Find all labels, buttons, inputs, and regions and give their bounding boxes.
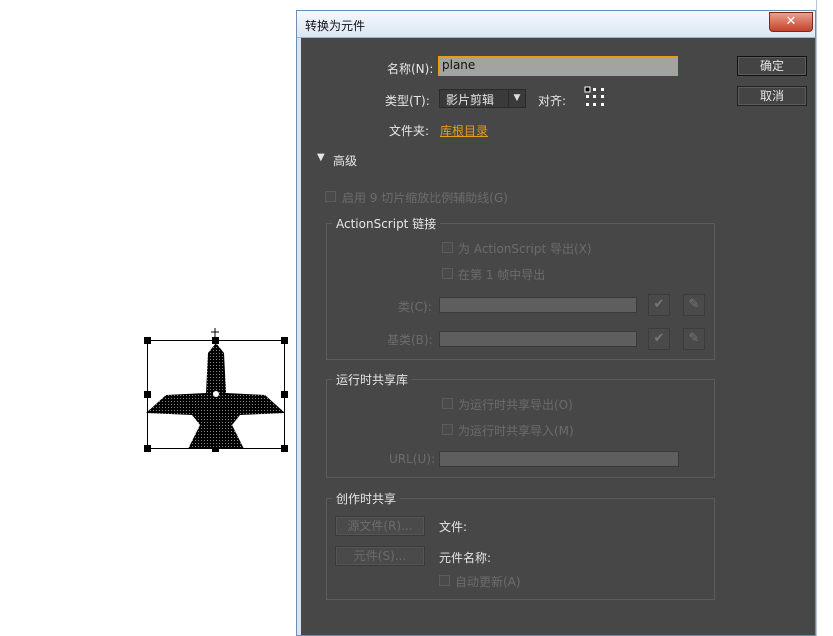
plane-symbol[interactable] — [140, 325, 295, 455]
chevron-down-icon: ▼ — [508, 90, 525, 107]
close-button[interactable]: ✕ — [769, 12, 813, 32]
export-first-frame-checkbox[interactable] — [442, 268, 453, 279]
window-edge — [816, 0, 833, 636]
check-icon[interactable]: ✔ — [648, 328, 670, 350]
source-file-button[interactable]: 源文件(R)... — [335, 516, 425, 536]
export-as-label: 为 ActionScript 导出(X) — [458, 242, 592, 256]
authoring-shared-group-title: 创作时共享 — [332, 490, 401, 507]
type-label: 类型(T): — [385, 94, 430, 108]
import-runtime-checkbox[interactable] — [442, 424, 453, 435]
advanced-toggle[interactable]: 高级 — [333, 152, 357, 169]
auto-update-label: 自动更新(A) — [455, 575, 521, 589]
type-select[interactable]: 影片剪辑 ▼ — [439, 89, 526, 108]
auto-update-checkbox[interactable] — [439, 575, 450, 586]
symbol-name-label: 元件名称: — [439, 551, 492, 565]
registration-grid-icon[interactable] — [584, 86, 606, 108]
nine-slice-checkbox[interactable] — [325, 191, 336, 202]
align-label: 对齐: — [538, 94, 567, 108]
pencil-icon[interactable]: ✎ — [683, 328, 705, 350]
import-runtime-label: 为运行时共享导入(M) — [458, 424, 574, 438]
pencil-icon[interactable]: ✎ — [683, 294, 705, 316]
runtime-shared-group-title: 运行时共享库 — [332, 371, 413, 388]
dialog-body: 名称(N): plane 类型(T): 影片剪辑 ▼ 对齐: 文件夹: 库根目录… — [297, 38, 815, 635]
actionscript-group-title: ActionScript 链接 — [332, 215, 441, 232]
url-label: URL(U): — [389, 452, 435, 466]
dialog-title: 转换为元件 — [305, 19, 366, 33]
check-icon[interactable]: ✔ — [648, 294, 670, 316]
title-bar[interactable]: 转换为元件 ✕ — [297, 11, 815, 38]
name-input[interactable]: plane — [438, 56, 678, 76]
class-input[interactable] — [439, 297, 637, 313]
export-runtime-label: 为运行时共享导出(O) — [458, 398, 573, 412]
nine-slice-label: 启用 9 切片缩放比例辅助线(G) — [342, 191, 508, 205]
triangle-down-icon[interactable]: ▼ — [317, 152, 325, 163]
cancel-button[interactable]: 取消 — [737, 86, 807, 106]
stage-canvas[interactable] — [0, 0, 296, 636]
symbol-button[interactable]: 元件(S)... — [335, 546, 425, 566]
export-first-frame-label: 在第 1 帧中导出 — [458, 268, 546, 282]
base-class-input[interactable] — [439, 331, 637, 347]
convert-to-symbol-dialog: 转换为元件 ✕ 名称(N): plane 类型(T): 影片剪辑 ▼ 对齐: 文… — [296, 10, 816, 636]
name-label: 名称(N): — [387, 62, 434, 76]
file-label: 文件: — [439, 520, 468, 534]
folder-label: 文件夹: — [389, 124, 430, 138]
base-class-label: 基类(B): — [387, 333, 433, 347]
folder-link[interactable]: 库根目录 — [440, 122, 488, 139]
class-label: 类(C): — [398, 300, 432, 314]
url-input[interactable] — [439, 451, 679, 467]
export-as-checkbox[interactable] — [442, 242, 453, 253]
export-runtime-checkbox[interactable] — [442, 398, 453, 409]
type-select-value: 影片剪辑 — [446, 93, 495, 107]
ok-button[interactable]: 确定 — [737, 56, 807, 76]
